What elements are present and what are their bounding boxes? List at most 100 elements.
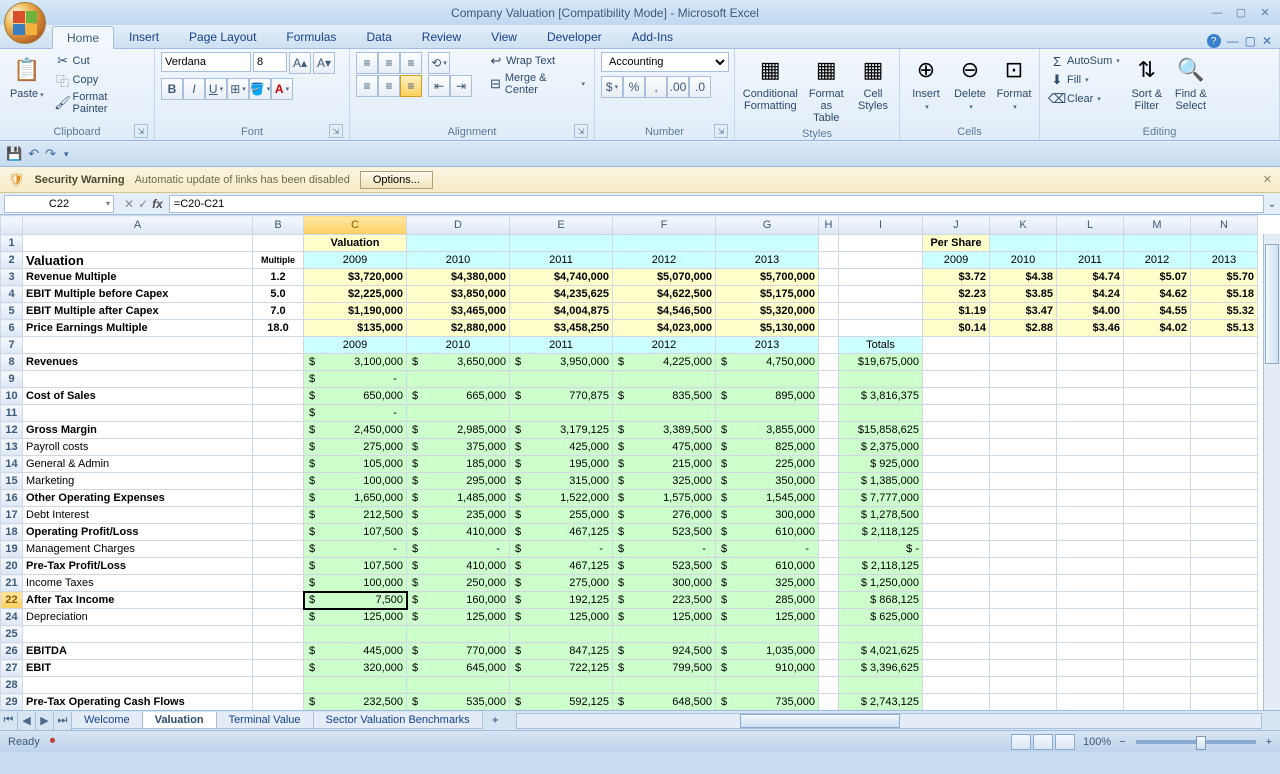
cell[interactable]: $770,875 [510,388,613,405]
cell[interactable]: $5,070,000 [613,269,716,286]
clear-button[interactable]: ⌫Clear▾ [1046,90,1123,108]
cell[interactable] [1191,371,1258,388]
cell[interactable]: Depreciation [23,609,253,626]
cell[interactable] [1124,558,1191,575]
col-header-N[interactable]: N [1191,216,1258,235]
cell[interactable] [1057,456,1124,473]
cell[interactable]: $ 868,125 [839,592,923,609]
cell[interactable]: $125,000 [613,609,716,626]
cell[interactable]: $276,000 [613,507,716,524]
cell[interactable]: $5,175,000 [716,286,819,303]
cell[interactable] [613,677,716,694]
tab-add-ins[interactable]: Add-Ins [617,25,688,48]
cell-styles-button[interactable]: ▦Cell Styles [853,52,893,114]
cell[interactable]: $125,000 [716,609,819,626]
cell[interactable] [716,677,819,694]
cell[interactable] [819,694,839,711]
select-all-corner[interactable] [1,216,23,235]
cell[interactable]: $315,000 [510,473,613,490]
col-header-I[interactable]: I [839,216,923,235]
cell[interactable] [1057,422,1124,439]
cell[interactable] [839,269,923,286]
cell[interactable]: EBIT Multiple before Capex [23,286,253,303]
cell[interactable] [839,371,923,388]
cell[interactable] [1124,626,1191,643]
cell[interactable] [1191,473,1258,490]
cell[interactable] [1124,388,1191,405]
row-header[interactable]: 24 [1,609,23,626]
cell[interactable]: Revenues [23,354,253,371]
find-select-button[interactable]: 🔍Find & Select [1171,52,1211,114]
sheet-tab-valuation[interactable]: Valuation [142,712,217,729]
formula-input[interactable]: =C20-C21 [169,195,1264,213]
cell[interactable] [819,507,839,524]
cell[interactable] [1191,388,1258,405]
cell[interactable] [839,303,923,320]
cell[interactable]: $5.32 [1191,303,1258,320]
row-header[interactable]: 12 [1,422,23,439]
cell[interactable]: $5,700,000 [716,269,819,286]
cell[interactable]: $770,000 [407,643,510,660]
cell[interactable]: $4.38 [990,269,1057,286]
help-icon[interactable]: ? [1207,34,1221,48]
cell[interactable] [1191,405,1258,422]
cell[interactable] [1191,694,1258,711]
zoom-out-button[interactable]: − [1119,736,1125,748]
cell[interactable] [613,371,716,388]
cell[interactable]: $275,000 [304,439,407,456]
cell[interactable] [1057,490,1124,507]
cell[interactable]: $107,500 [304,558,407,575]
cell[interactable]: $4.24 [1057,286,1124,303]
cell[interactable]: $610,000 [716,558,819,575]
format-button[interactable]: ⊡Format▾ [994,52,1034,114]
cell[interactable] [1124,439,1191,456]
row-header[interactable]: 27 [1,660,23,677]
close-icon[interactable]: ✕ [1254,5,1276,21]
cell[interactable] [1124,507,1191,524]
sheet-nav-first-icon[interactable]: ⏮ [0,712,18,730]
cell[interactable] [1057,371,1124,388]
cell[interactable]: $ - [839,541,923,558]
cell[interactable] [1124,456,1191,473]
cell[interactable] [990,524,1057,541]
cell[interactable]: Revenue Multiple [23,269,253,286]
cell[interactable]: Management Charges [23,541,253,558]
cell[interactable]: $722,125 [510,660,613,677]
row-header[interactable]: 20 [1,558,23,575]
cell[interactable]: $3,720,000 [304,269,407,286]
cell[interactable] [923,643,990,660]
cell[interactable] [1124,422,1191,439]
col-header-B[interactable]: B [253,216,304,235]
cell[interactable]: $1,190,000 [304,303,407,320]
col-header-D[interactable]: D [407,216,510,235]
cell[interactable] [819,660,839,677]
cell[interactable]: $4,740,000 [510,269,613,286]
cell[interactable]: $ 1,250,000 [839,575,923,592]
cell[interactable] [1057,337,1124,354]
cell[interactable]: $592,125 [510,694,613,711]
cell[interactable] [1057,524,1124,541]
cell[interactable]: $3.46 [1057,320,1124,337]
cell[interactable] [23,626,253,643]
vertical-scrollbar[interactable] [1263,234,1280,710]
cell[interactable] [923,371,990,388]
cell[interactable]: $5.07 [1124,269,1191,286]
cell[interactable]: $107,500 [304,524,407,541]
cell[interactable]: 1.2 [253,269,304,286]
row-header[interactable]: 9 [1,371,23,388]
cell[interactable]: $- [304,371,407,388]
cell[interactable] [613,235,716,252]
cell[interactable] [990,592,1057,609]
cancel-formula-icon[interactable]: ✕ [124,197,134,211]
cell[interactable]: $105,000 [304,456,407,473]
cell[interactable]: $5,130,000 [716,320,819,337]
cell[interactable]: $235,000 [407,507,510,524]
cell[interactable] [839,286,923,303]
zoom-in-button[interactable]: + [1266,736,1272,748]
cell[interactable] [1124,524,1191,541]
cell[interactable]: $- [304,405,407,422]
align-center-button[interactable]: ≡ [378,75,400,97]
row-header[interactable]: 25 [1,626,23,643]
cell[interactable]: $2.88 [990,320,1057,337]
cell[interactable] [253,643,304,660]
